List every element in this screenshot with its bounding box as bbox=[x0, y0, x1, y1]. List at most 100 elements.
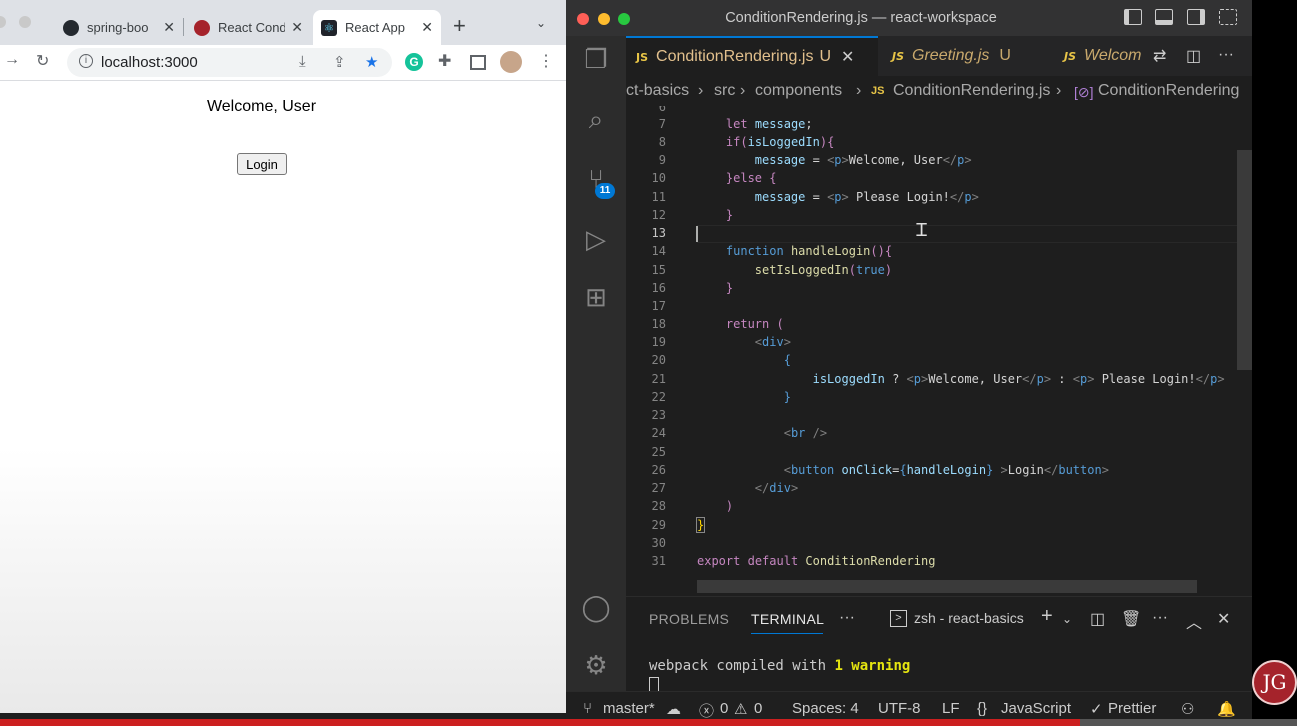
split-editor-icon[interactable]: ◫ bbox=[1186, 46, 1201, 66]
reload-icon[interactable]: ↻ bbox=[36, 51, 49, 71]
breadcrumb-symbol[interactable]: ConditionRendering bbox=[1098, 82, 1239, 100]
window-control-dot[interactable] bbox=[0, 16, 6, 28]
code-line: { bbox=[783, 353, 791, 367]
profile-avatar[interactable] bbox=[500, 51, 522, 73]
warning-count[interactable]: 0 bbox=[754, 700, 762, 717]
open-changes-icon[interactable]: ⇄ bbox=[1153, 46, 1166, 66]
browser-tab-react-cond[interactable]: React Cond ✕ bbox=[186, 10, 311, 45]
code-line: let message; bbox=[725, 117, 813, 131]
line-number: 20 bbox=[651, 353, 666, 367]
error-count[interactable]: 0 bbox=[720, 700, 728, 717]
new-tab-button[interactable]: + bbox=[453, 13, 466, 39]
maximize-panel-icon[interactable]: ︿ bbox=[1186, 609, 1202, 633]
close-tab-icon[interactable]: ✕ bbox=[421, 19, 433, 36]
code-line: message = <p>Welcome, User</p> bbox=[754, 153, 972, 167]
code-line: setIsLoggedIn(true) bbox=[754, 263, 893, 277]
search-icon[interactable]: ⌕ bbox=[580, 104, 612, 136]
tab-welcome[interactable]: JS Welcom bbox=[1054, 36, 1144, 76]
extensions-puzzle-icon[interactable]: ✚ bbox=[438, 51, 451, 71]
customize-layout-icon[interactable] bbox=[1219, 9, 1237, 25]
settings-gear-icon[interactable]: ⚙ bbox=[580, 650, 612, 681]
code-editor[interactable]: 6 7 8 9 10 11 12 13 14 15 16 17 18 19 20… bbox=[626, 106, 1252, 593]
split-terminal-icon[interactable]: ◫ bbox=[1090, 609, 1105, 629]
vertical-scrollbar[interactable] bbox=[1237, 150, 1252, 370]
tab-search-chevron-icon[interactable]: ⌄ bbox=[536, 16, 546, 30]
line-number: 12 bbox=[651, 208, 666, 222]
toggle-secondary-sidebar-icon[interactable] bbox=[1187, 9, 1205, 25]
encoding-status[interactable]: UTF-8 bbox=[878, 700, 921, 717]
code-line: function handleLogin(){ bbox=[725, 244, 893, 258]
line-number: 17 bbox=[651, 299, 666, 313]
tab-terminal[interactable]: TERMINAL bbox=[751, 611, 824, 627]
line-number: 26 bbox=[651, 463, 666, 477]
forward-arrow-icon[interactable]: → bbox=[4, 51, 20, 69]
login-button[interactable]: Login bbox=[237, 153, 287, 175]
terminal-output: webpack compiled with 1 warning bbox=[649, 658, 911, 674]
tab-problems[interactable]: PROBLEMS bbox=[649, 611, 729, 627]
more-actions-icon[interactable]: ··· bbox=[1152, 609, 1168, 627]
prettier-status[interactable]: Prettier bbox=[1108, 700, 1156, 717]
trash-icon[interactable]: 🗑 bbox=[1121, 609, 1141, 629]
new-terminal-icon[interactable]: + bbox=[1041, 605, 1053, 628]
browser-tab-react-app[interactable]: ⚛ React App ✕ bbox=[313, 10, 441, 45]
browser-window: spring-boo ✕ React Cond ✕ ⚛ React App ✕ … bbox=[0, 0, 566, 713]
install-app-icon[interactable]: ⤓ bbox=[299, 53, 306, 70]
branch-name[interactable]: master* bbox=[603, 700, 655, 717]
line-number: 13 bbox=[651, 226, 666, 240]
video-progress-played[interactable] bbox=[0, 719, 1080, 726]
video-progress-remaining[interactable] bbox=[1080, 719, 1297, 726]
eol-status[interactable]: LF bbox=[942, 700, 960, 717]
browser-tab-strip: spring-boo ✕ React Cond ✕ ⚛ React App ✕ … bbox=[0, 0, 566, 45]
breadcrumb-file[interactable]: ConditionRendering.js bbox=[893, 82, 1050, 100]
chevron-right-icon: › bbox=[1056, 82, 1062, 99]
share-icon[interactable]: ⇪ bbox=[333, 53, 346, 71]
extensions-icon[interactable]: ⊞ bbox=[580, 282, 612, 313]
vscode-titlebar: ConditionRendering.js — react-workspace bbox=[566, 0, 1252, 36]
notifications-bell-icon[interactable]: 🔔 bbox=[1217, 700, 1236, 718]
tab-condition-rendering[interactable]: JS ConditionRendering.js U ✕ bbox=[626, 36, 878, 76]
line-number: 31 bbox=[651, 554, 666, 568]
close-panel-icon[interactable]: ✕ bbox=[1217, 609, 1230, 629]
terminal-name[interactable]: zsh - react-basics bbox=[914, 610, 1024, 626]
indentation-status[interactable]: Spaces: 4 bbox=[792, 700, 859, 717]
horizontal-scrollbar[interactable] bbox=[697, 580, 1197, 593]
line-number: 21 bbox=[651, 372, 666, 386]
js-file-icon: JS bbox=[636, 50, 649, 64]
breadcrumb-folder[interactable]: components bbox=[755, 82, 842, 100]
code-line: return ( bbox=[725, 317, 784, 331]
line-number: 6 bbox=[658, 106, 666, 114]
toggle-sidebar-icon[interactable] bbox=[1124, 9, 1142, 25]
browser-tab-spring-boot[interactable]: spring-boo ✕ bbox=[55, 10, 183, 45]
site-info-icon[interactable]: i bbox=[79, 54, 93, 68]
run-debug-icon[interactable]: ▷ bbox=[580, 224, 612, 255]
panel-more-icon[interactable]: ··· bbox=[839, 609, 855, 627]
accounts-icon[interactable]: ◯ bbox=[580, 592, 612, 623]
code-line: ) bbox=[725, 499, 734, 513]
breadcrumb-folder[interactable]: ct-basics bbox=[626, 82, 689, 100]
language-mode[interactable]: JavaScript bbox=[1001, 700, 1071, 717]
explorer-files-icon[interactable]: ❐ bbox=[580, 44, 612, 75]
line-number: 23 bbox=[651, 408, 666, 422]
close-tab-icon[interactable]: ✕ bbox=[841, 47, 854, 67]
braces-icon: {} bbox=[977, 700, 988, 717]
code-line: } bbox=[725, 208, 734, 222]
close-tab-icon[interactable]: ✕ bbox=[163, 19, 175, 36]
sync-icon[interactable]: ☁ bbox=[666, 700, 681, 718]
chevron-down-icon[interactable]: ⌄ bbox=[1062, 612, 1072, 626]
toggle-panel-icon[interactable] bbox=[1155, 9, 1173, 25]
grammarly-extension-icon[interactable]: G bbox=[405, 53, 423, 71]
code-line: export default ConditionRendering bbox=[697, 554, 936, 568]
react-app-page: Welcome, User Login bbox=[0, 82, 566, 713]
js-file-icon: JS bbox=[871, 85, 885, 97]
more-actions-icon[interactable]: ··· bbox=[1218, 46, 1234, 64]
close-tab-icon[interactable]: ✕ bbox=[291, 19, 303, 36]
breadcrumb-folder[interactable]: src bbox=[714, 82, 735, 100]
tab-greeting[interactable]: JS Greeting.js U bbox=[882, 36, 1052, 76]
accounts-feedback-icon[interactable]: ⚇ bbox=[1181, 700, 1194, 718]
bookmark-star-icon[interactable]: ★ bbox=[365, 53, 378, 71]
side-panel-icon[interactable] bbox=[470, 55, 486, 70]
line-number: 30 bbox=[651, 536, 666, 550]
more-menu-icon[interactable]: ⋮ bbox=[538, 51, 554, 71]
address-bar[interactable]: i localhost:3000 ⤓ ⇪ ★ bbox=[67, 48, 392, 77]
window-control-dot[interactable] bbox=[19, 16, 31, 28]
